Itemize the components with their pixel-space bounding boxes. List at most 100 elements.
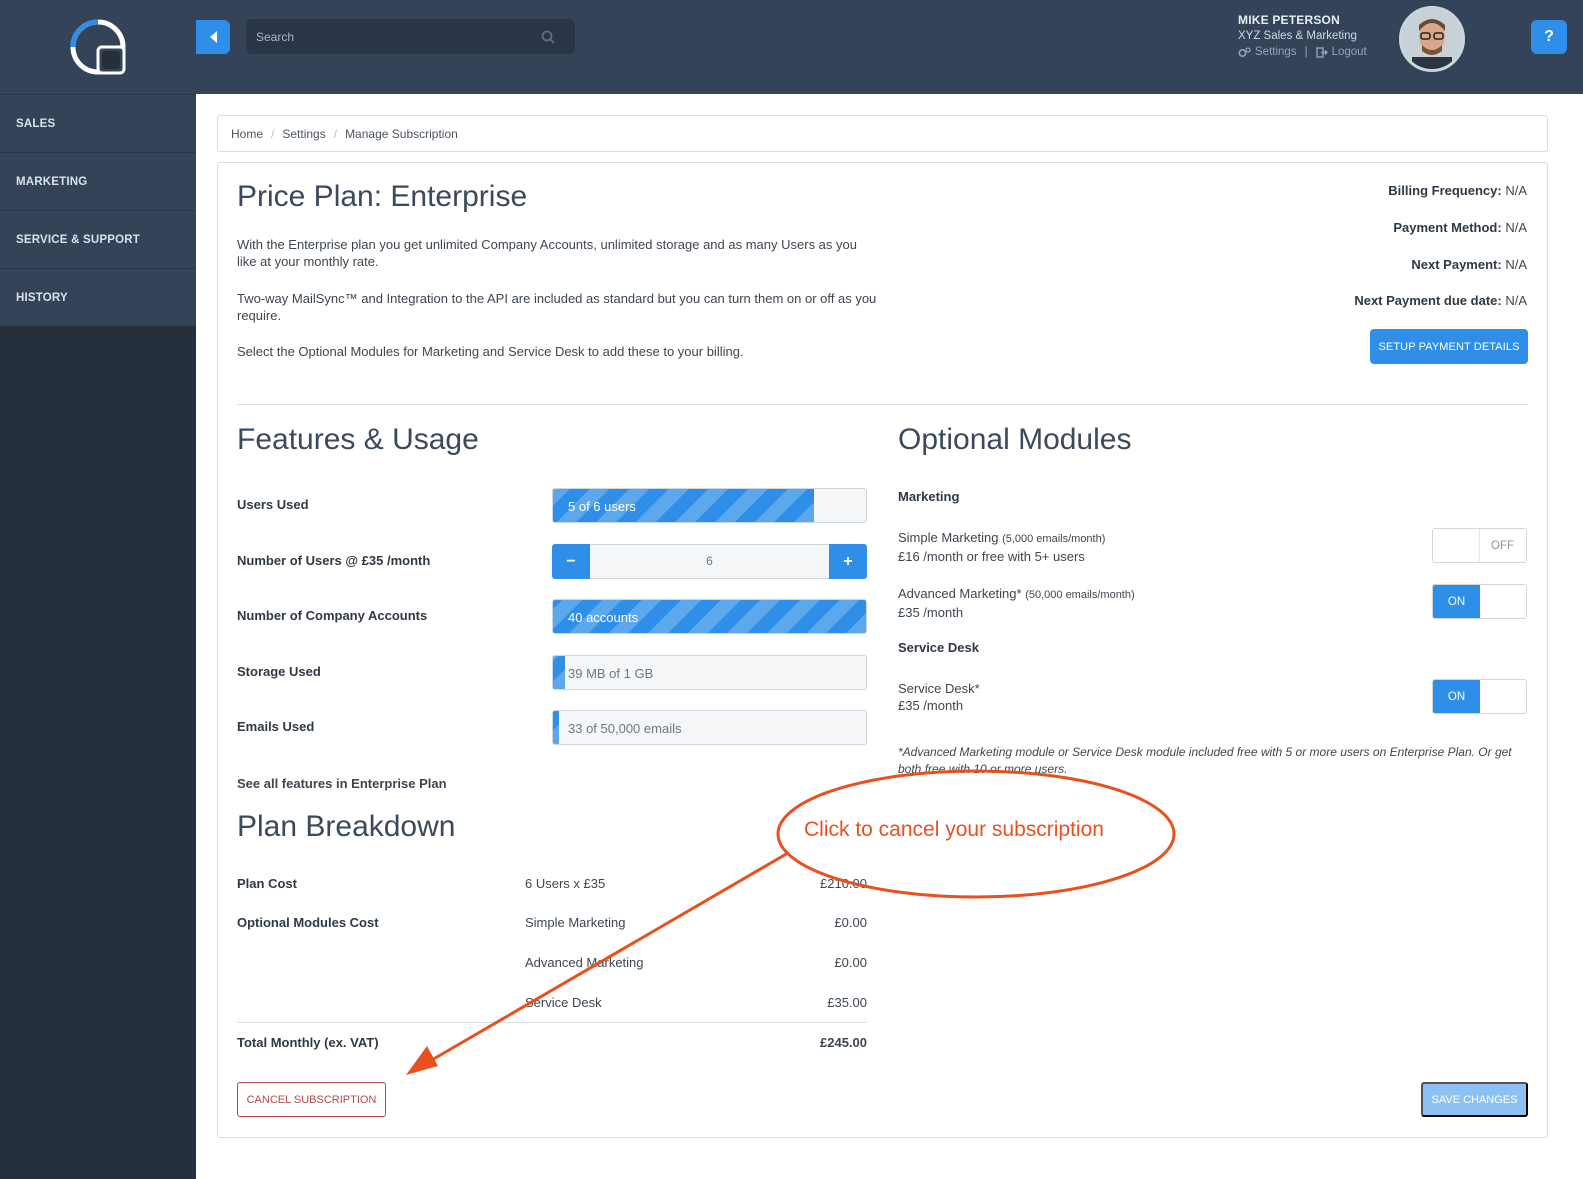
chevron-left-icon (209, 31, 217, 43)
plan-description-1: With the Enterprise plan you get unlimit… (237, 237, 857, 269)
storage-label: Storage Used (237, 664, 321, 679)
num-users-label: Number of Users @ £35 /month (237, 553, 431, 568)
decrement-users-button[interactable]: − (552, 544, 590, 579)
service-desk-name: Service Desk* (898, 681, 980, 696)
optional-modules-title: Optional Modules (898, 423, 1132, 456)
advanced-marketing-toggle[interactable]: ON (1432, 584, 1527, 619)
increment-users-button[interactable]: + (829, 544, 867, 579)
next-payment-due-label: Next Payment due date: (1354, 293, 1502, 308)
plan-breakdown-title: Plan Breakdown (237, 810, 456, 843)
total-monthly-label: Total Monthly (ex. VAT) (237, 1035, 379, 1050)
payment-method-value: N/A (1505, 220, 1527, 235)
simple-marketing-cost-item: Simple Marketing (525, 915, 626, 930)
logout-link[interactable]: Logout (1332, 46, 1367, 58)
setup-payment-button[interactable]: SETUP PAYMENT DETAILS (1370, 329, 1528, 364)
breadcrumb-separator: / (333, 126, 338, 141)
emails-fill (553, 711, 560, 744)
simple-marketing-price: £16 /month or free with 5+ users (898, 549, 1085, 564)
sidebar-toggle-button[interactable] (196, 20, 230, 54)
sidebar-item-service-support[interactable]: SERVICE & SUPPORT (0, 210, 196, 268)
plan-description-2: Two-way MailSync™ and Integration to the… (237, 291, 877, 323)
breadcrumb-separator: / (271, 126, 275, 141)
service-desk-cost-value: £35.00 (827, 995, 867, 1010)
settings-link[interactable]: Settings (1255, 46, 1297, 58)
accounts-label: Number of Company Accounts (237, 608, 428, 623)
breadcrumb-current: Manage Subscription (345, 126, 458, 141)
accounts-text: 40 accounts (568, 610, 639, 625)
breakdown-divider (237, 1022, 867, 1023)
user-name: MIKE PETERSON (1238, 13, 1340, 27)
num-users-input[interactable]: 6 (590, 544, 829, 579)
service-desk-module: Service Desk* £35 /month (898, 680, 980, 714)
simple-marketing-name: Simple Marketing (898, 530, 999, 545)
service-desk-group-label: Service Desk (898, 640, 979, 655)
toggle-knob (1433, 529, 1480, 562)
advanced-marketing-module: Advanced Marketing* (50,000 emails/month… (898, 585, 1135, 621)
toggle-on-label: ON (1433, 680, 1480, 713)
next-payment-due-value: N/A (1505, 293, 1527, 308)
marketing-group-label: Marketing (898, 489, 960, 504)
billing-frequency-label: Billing Frequency: (1388, 183, 1502, 198)
user-avatar-icon (1402, 9, 1462, 69)
advanced-marketing-cost-item: Advanced Marketing (525, 955, 644, 970)
search-icon[interactable] (541, 30, 555, 44)
advanced-marketing-quota: (50,000 emails/month) (1025, 589, 1135, 601)
plan-cost-label: Plan Cost (237, 876, 297, 891)
advanced-marketing-cost-value: £0.00 (834, 955, 867, 970)
next-payment: Next Payment: N/A (1411, 257, 1527, 272)
user-block: MIKE PETERSON XYZ Sales & Marketing Sett… (1238, 13, 1367, 58)
emails-bar: 33 of 50,000 emails (552, 710, 867, 745)
service-desk-cost-item: Service Desk (525, 995, 602, 1010)
emails-text: 33 of 50,000 emails (568, 721, 682, 736)
toggle-on-label: ON (1433, 585, 1480, 618)
modules-cost-label: Optional Modules Cost (237, 915, 379, 930)
service-desk-toggle[interactable]: ON (1432, 679, 1527, 714)
section-divider (237, 404, 1528, 405)
see-all-features-link[interactable]: See all features in Enterprise Plan (237, 776, 447, 791)
payment-method-label: Payment Method: (1393, 220, 1502, 235)
simple-marketing-toggle[interactable]: OFF (1432, 528, 1527, 563)
sidebar-item-history[interactable]: HISTORY (0, 268, 196, 326)
user-company: XYZ Sales & Marketing (1238, 30, 1357, 42)
next-payment-due: Next Payment due date: N/A (1354, 293, 1527, 308)
links-separator: | (1304, 46, 1308, 58)
advanced-marketing-price: £35 /month (898, 605, 964, 620)
search-box (246, 19, 575, 54)
save-changes-button[interactable]: SAVE CHANGES (1421, 1082, 1528, 1117)
next-payment-label: Next Payment: (1411, 257, 1502, 272)
breadcrumb-home[interactable]: Home (231, 127, 263, 141)
avatar[interactable] (1399, 6, 1465, 72)
plan-cost-value: £210.00 (820, 876, 867, 891)
sidebar-item-sales[interactable]: SALES (0, 94, 196, 152)
page-title: Price Plan: Enterprise (237, 180, 528, 213)
sidebar-nav: SALES MARKETING SERVICE & SUPPORT HISTOR… (0, 94, 196, 326)
simple-marketing-module: Simple Marketing (5,000 emails/month) £1… (898, 529, 1105, 565)
sidebar-item-marketing[interactable]: MARKETING (0, 152, 196, 210)
toggle-off-label: OFF (1491, 539, 1514, 552)
breadcrumb-settings[interactable]: Settings (282, 127, 325, 141)
plan-description-3: Select the Optional Modules for Marketin… (237, 344, 744, 359)
cancel-subscription-button[interactable]: CANCEL SUBSCRIPTION (237, 1082, 386, 1117)
service-desk-price: £35 /month (898, 698, 964, 713)
users-used-label: Users Used (237, 497, 309, 512)
search-input[interactable] (256, 29, 526, 44)
next-payment-value: N/A (1505, 257, 1527, 272)
users-used-bar: 5 of 6 users (552, 488, 867, 523)
payment-method: Payment Method: N/A (1393, 220, 1527, 235)
num-users-stepper: − 6 + (552, 544, 867, 579)
billing-frequency-value: N/A (1505, 183, 1527, 198)
topbar: MIKE PETERSON XYZ Sales & Marketing Sett… (196, 0, 1583, 94)
logo-area (0, 0, 196, 94)
app-logo-icon[interactable] (69, 18, 127, 76)
emails-label: Emails Used (237, 719, 315, 734)
accounts-bar: 40 accounts (552, 599, 867, 634)
users-used-text: 5 of 6 users (568, 499, 636, 514)
simple-marketing-quota: (5,000 emails/month) (1002, 533, 1106, 545)
annotation-text: Click to cancel your subscription (804, 818, 1104, 841)
sidebar: SALES MARKETING SERVICE & SUPPORT HISTOR… (0, 0, 196, 1179)
storage-text: 39 MB of 1 GB (568, 666, 654, 681)
storage-bar: 39 MB of 1 GB (552, 655, 867, 690)
gears-icon (1238, 46, 1251, 57)
help-button[interactable]: ? (1531, 20, 1567, 54)
billing-frequency: Billing Frequency: N/A (1388, 183, 1527, 198)
